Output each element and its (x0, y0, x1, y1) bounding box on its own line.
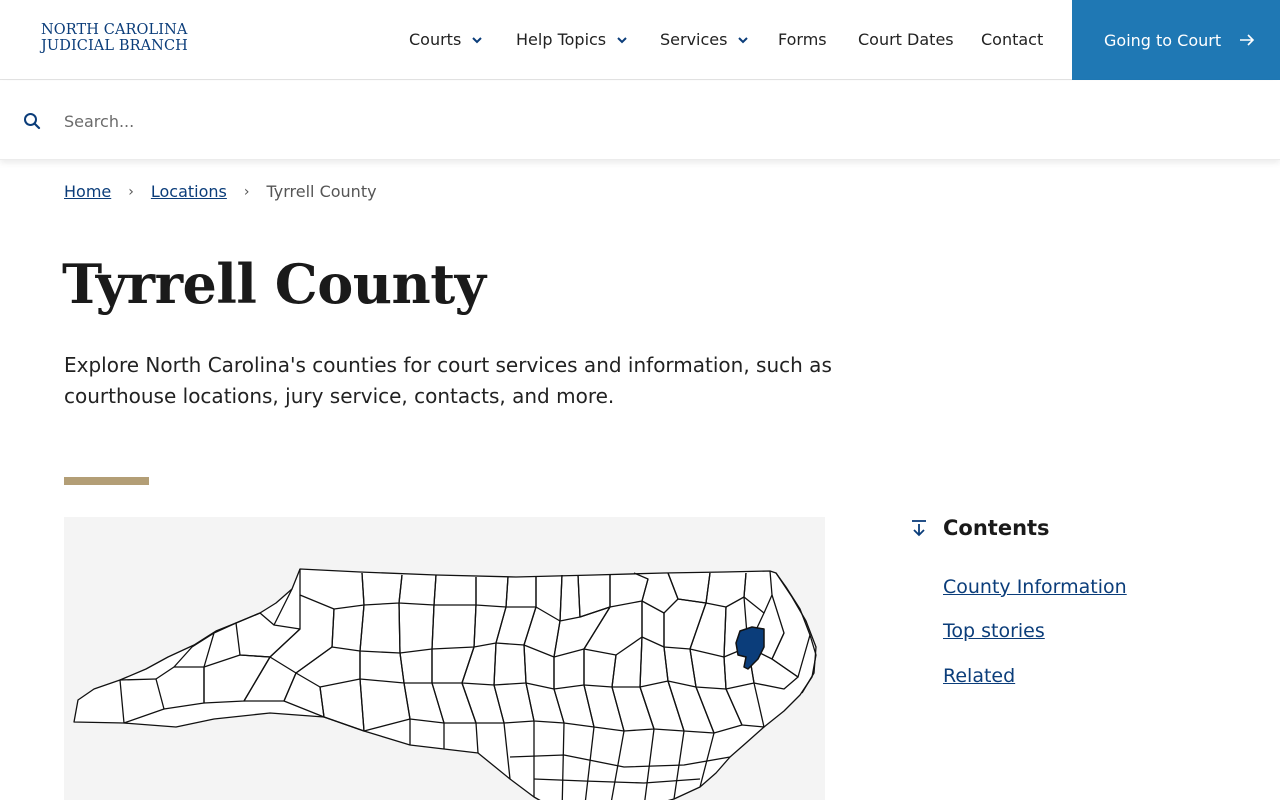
logo-line-2: JUDICIAL BRANCH (41, 38, 188, 54)
nav-help-topics[interactable]: Help Topics (516, 30, 628, 49)
nav-help-topics-label: Help Topics (516, 30, 607, 49)
chevron-down-icon (617, 36, 627, 43)
page-intro: Explore North Carolina's counties for co… (64, 353, 832, 408)
nav-forms[interactable]: Forms (778, 30, 827, 49)
nav-courts-label: Courts (409, 30, 462, 49)
nav-contact[interactable]: Contact (981, 30, 1043, 49)
breadcrumb-locations[interactable]: Locations (151, 182, 227, 201)
contents-heading: Contents (910, 516, 1050, 540)
page-title: Tyrrell County (62, 252, 486, 316)
nav-forms-label: Forms (778, 30, 827, 49)
going-to-court-label: Going to Court (1104, 30, 1222, 50)
chevron-right-icon: › (128, 183, 134, 200)
contents-title: Contents (943, 516, 1050, 540)
search-bar (0, 81, 1280, 160)
breadcrumb-current: Tyrrell County (266, 182, 377, 201)
nav-services-label: Services (660, 30, 728, 49)
north-carolina-map (73, 568, 817, 800)
site-header: NORTH CAROLINA JUDICIAL BRANCH Courts He… (0, 0, 1280, 80)
site-logo[interactable]: NORTH CAROLINA JUDICIAL BRANCH (41, 22, 188, 54)
arrow-down-to-line-icon (912, 520, 926, 537)
nav-court-dates[interactable]: Court Dates (858, 30, 954, 49)
contents-link-top-stories[interactable]: Top stories (943, 620, 1045, 642)
nav-contact-label: Contact (981, 30, 1044, 49)
contents-link-related[interactable]: Related (943, 665, 1015, 687)
chevron-right-icon: › (243, 183, 250, 200)
nav-courts[interactable]: Courts (409, 30, 483, 49)
contents-link-county-information[interactable]: County Information (943, 576, 1127, 598)
logo-line-1: NORTH CAROLINA (41, 22, 188, 38)
going-to-court-button[interactable]: Going to Court (1072, 0, 1280, 80)
arrow-right-icon (1240, 34, 1255, 46)
county-map (64, 517, 825, 800)
nav-court-dates-label: Court Dates (858, 30, 954, 49)
search-icon[interactable] (23, 112, 41, 130)
chevron-down-icon (738, 36, 749, 43)
breadcrumb: Home › Locations › Tyrrell County (64, 182, 377, 201)
search-input[interactable] (64, 105, 1244, 137)
chevron-down-icon (472, 36, 483, 43)
breadcrumb-home[interactable]: Home (64, 182, 111, 201)
state-outline (73, 568, 817, 800)
nav-services[interactable]: Services (660, 30, 749, 49)
accent-divider (64, 477, 149, 485)
